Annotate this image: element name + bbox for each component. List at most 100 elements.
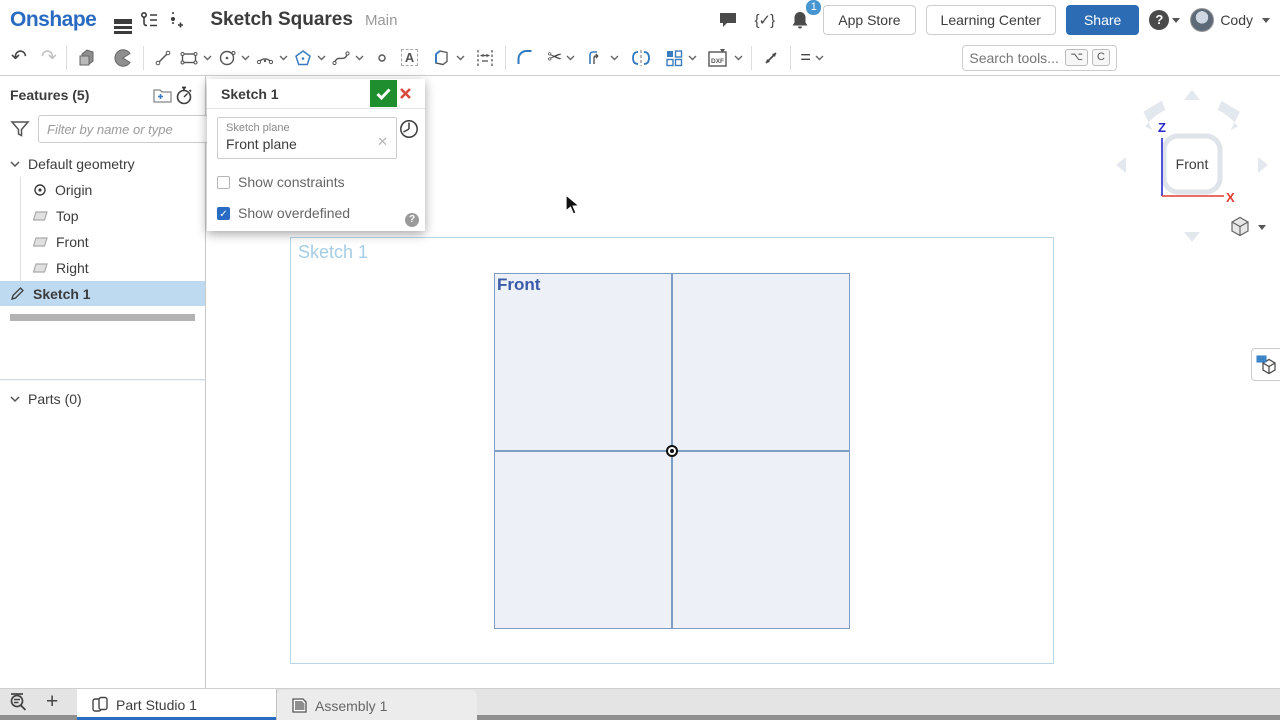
import-dxf-icon[interactable]: DXF [703, 44, 733, 72]
tree-item-top[interactable]: Top [21, 203, 205, 229]
tree-item-right[interactable]: Right [21, 255, 205, 281]
add-tab-icon[interactable]: + [46, 692, 58, 712]
rectangle-tool-icon[interactable] [176, 44, 202, 72]
trim-menu-chevron-icon[interactable] [566, 55, 575, 61]
measure-tool-icon[interactable] [758, 44, 784, 72]
chevron-down-icon [10, 396, 20, 403]
tree-item-label: Sketch 1 [33, 286, 91, 302]
comments-icon[interactable] [715, 7, 741, 33]
pattern-menu-chevron-icon[interactable] [688, 55, 697, 61]
pattern-tool-icon[interactable] [661, 44, 687, 72]
assembly-icon [291, 697, 308, 714]
accept-sketch-button[interactable] [370, 80, 397, 107]
redo-button[interactable]: ↷ [38, 44, 60, 72]
chevron-down-icon [1262, 18, 1270, 23]
rectangle-menu-chevron-icon[interactable] [203, 55, 212, 61]
arc-tool-icon[interactable] [252, 44, 278, 72]
tree-item-label: Front [56, 234, 89, 250]
undo-button[interactable]: ↶ [8, 44, 30, 72]
main-menu-icon[interactable] [110, 7, 136, 33]
dialog-help-icon[interactable]: ? [405, 213, 419, 227]
front-plane-label: Front [497, 275, 540, 295]
close-icon [399, 87, 412, 100]
fillet-tool-icon[interactable] [512, 44, 538, 72]
learning-center-button[interactable]: Learning Center [926, 5, 1056, 35]
document-title[interactable]: Sketch Squares [210, 9, 353, 31]
tree-group-default-geometry[interactable]: Default geometry [0, 151, 205, 177]
new-folder-icon[interactable] [151, 86, 173, 104]
workspace-branch[interactable]: Main [365, 12, 398, 29]
filter-funnel-icon[interactable] [10, 120, 30, 138]
offset-menu-chevron-icon[interactable] [610, 55, 619, 61]
spline-menu-chevron-icon[interactable] [355, 55, 364, 61]
display-panel-toggle[interactable] [1251, 348, 1280, 381]
dimension-tool-icon[interactable] [471, 44, 499, 72]
use-project-tool-icon[interactable] [427, 44, 455, 72]
tree-item-origin[interactable]: Origin [21, 177, 205, 203]
cancel-sketch-button[interactable] [399, 80, 425, 107]
circle-menu-chevron-icon[interactable] [241, 55, 250, 61]
variables-equals-icon[interactable]: = [797, 44, 814, 72]
user-menu[interactable]: Cody [1190, 8, 1270, 32]
notification-badge: 1 [806, 0, 821, 15]
insert-element-icon[interactable] [162, 7, 188, 33]
view-cube[interactable]: Front Z X [1112, 86, 1272, 246]
tree-item-sketch-1-selected[interactable]: Sketch 1 [0, 281, 205, 306]
use-menu-chevron-icon[interactable] [456, 55, 465, 61]
stopwatch-icon[interactable] [173, 85, 195, 105]
line-tool-icon[interactable] [150, 44, 176, 72]
svg-text:DXF: DXF [711, 58, 724, 65]
variables-menu-chevron-icon[interactable] [815, 55, 824, 61]
sketch-plane-field[interactable]: Sketch plane Front plane ✕ [217, 117, 397, 159]
sketch-text-tool-icon[interactable]: A [398, 44, 421, 72]
notifications-bell-icon[interactable]: 1 [787, 7, 813, 33]
chevron-down-icon[interactable] [1258, 225, 1266, 230]
offset-tool-icon[interactable] [583, 44, 609, 72]
solid-model-icon[interactable] [73, 44, 101, 72]
onshape-logo[interactable]: Onshape [10, 8, 96, 32]
parts-group-header[interactable]: Parts (0) [0, 384, 205, 414]
tab-assembly-1[interactable]: Assembly 1 [277, 690, 477, 720]
show-constraints-checkbox[interactable] [217, 176, 230, 189]
show-overdefined-checkbox[interactable]: ✓ [217, 207, 230, 220]
view-cube-face-label[interactable]: Front [1176, 156, 1209, 172]
tree-item-front[interactable]: Front [21, 229, 205, 255]
chevron-down-icon [10, 161, 20, 168]
x-axis-label: X [1226, 190, 1235, 205]
point-tool-icon[interactable] [372, 44, 392, 72]
show-overdefined-label: Show overdefined [238, 205, 350, 221]
search-tools-box[interactable]: ⌥ C [962, 45, 1117, 71]
sketch-dialog-header: Sketch 1 [207, 79, 425, 109]
check-icon [376, 88, 391, 100]
isometric-view-button[interactable] [1232, 218, 1266, 236]
help-menu[interactable]: ? [1149, 10, 1180, 30]
arc-menu-chevron-icon[interactable] [279, 55, 288, 61]
sketch-state-clock-icon[interactable] [399, 119, 419, 139]
filter-row [10, 115, 195, 143]
user-name: Cody [1220, 12, 1253, 28]
cube-grid-icon [1256, 355, 1276, 375]
polygon-menu-chevron-icon[interactable] [317, 55, 326, 61]
origin-point[interactable] [666, 445, 678, 457]
manage-tabs-icon[interactable] [8, 692, 32, 712]
versions-history-icon[interactable] [136, 7, 162, 33]
search-tools-input[interactable] [969, 50, 1061, 66]
app-store-button[interactable]: App Store [823, 5, 915, 35]
show-overdefined-row[interactable]: ✓ Show overdefined [217, 205, 415, 221]
polygon-tool-icon[interactable] [290, 44, 316, 72]
show-constraints-row[interactable]: Show constraints [217, 174, 415, 190]
trim-tool-scissors-icon[interactable]: ✂ [544, 44, 565, 72]
revolve-tool-icon[interactable] [109, 44, 137, 72]
spline-tool-icon[interactable] [328, 44, 354, 72]
sketch-plane-field-label: Sketch plane [226, 122, 388, 134]
bottom-tab-bar: + Part Studio 1 Assembly 1 [0, 688, 1280, 720]
tab-part-studio-1[interactable]: Part Studio 1 [77, 689, 277, 720]
feature-script-icon[interactable]: {✓} [751, 7, 777, 33]
filter-input[interactable] [38, 115, 234, 143]
circle-tool-icon[interactable] [214, 44, 240, 72]
mirror-tool-icon[interactable] [627, 44, 655, 72]
rollback-bar[interactable] [10, 314, 195, 321]
clear-selection-icon[interactable]: ✕ [377, 134, 388, 150]
share-button[interactable]: Share [1066, 5, 1139, 35]
dxf-menu-chevron-icon[interactable] [734, 55, 743, 61]
